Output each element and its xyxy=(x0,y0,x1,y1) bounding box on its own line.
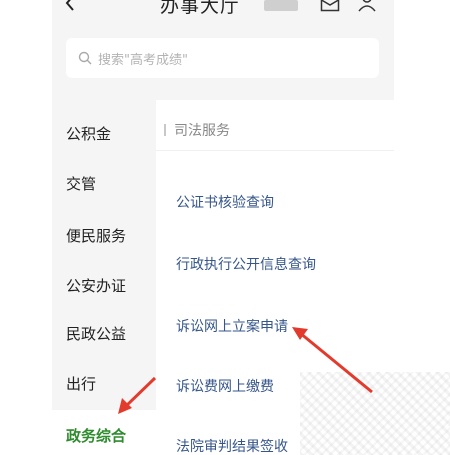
page-title: 办事大厅 xyxy=(160,0,241,17)
message-icon[interactable] xyxy=(320,0,340,12)
link-online-litigation-fee-payment[interactable]: 诉讼费网上缴费 xyxy=(176,376,274,396)
category-sidebar: 公积金 交管 便民服务 公安办证 民政公益 出行 政务综合 xyxy=(52,100,156,455)
section-marker xyxy=(164,124,166,136)
sidebar-item-traffic[interactable]: 交管 xyxy=(52,158,156,208)
sidebar-item-police-certificates[interactable]: 公安办证 xyxy=(52,260,156,310)
sidebar-item-public-services[interactable]: 便民服务 xyxy=(52,210,156,260)
section-header: 司法服务 xyxy=(164,120,230,140)
search-icon xyxy=(78,51,92,65)
blurred-title-suffix xyxy=(264,0,298,11)
top-bar: 办事大厅 xyxy=(52,0,394,20)
sidebar-item-government-general[interactable]: 政务综合 xyxy=(52,410,156,455)
sidebar-item-travel[interactable]: 出行 xyxy=(52,358,156,408)
link-online-case-filing[interactable]: 诉讼网上立案申请 xyxy=(176,316,288,336)
link-notary-certificate-check[interactable]: 公证书核验查询 xyxy=(176,192,274,212)
link-administrative-enforcement-info[interactable]: 行政执行公开信息查询 xyxy=(176,254,316,274)
search-input[interactable]: 搜索"高考成绩" xyxy=(66,38,379,78)
link-court-judgment-signoff[interactable]: 法院审判结果签收 xyxy=(176,436,288,455)
section-title: 司法服务 xyxy=(174,123,230,139)
divider xyxy=(156,150,394,151)
sidebar-item-housing-fund[interactable]: 公积金 xyxy=(52,108,156,158)
watermark xyxy=(300,372,450,455)
user-icon[interactable] xyxy=(357,0,377,12)
back-arrow-icon[interactable] xyxy=(62,0,80,12)
search-placeholder: 搜索"高考成绩" xyxy=(98,52,188,68)
sidebar-item-civil-affairs[interactable]: 民政公益 xyxy=(52,308,156,358)
